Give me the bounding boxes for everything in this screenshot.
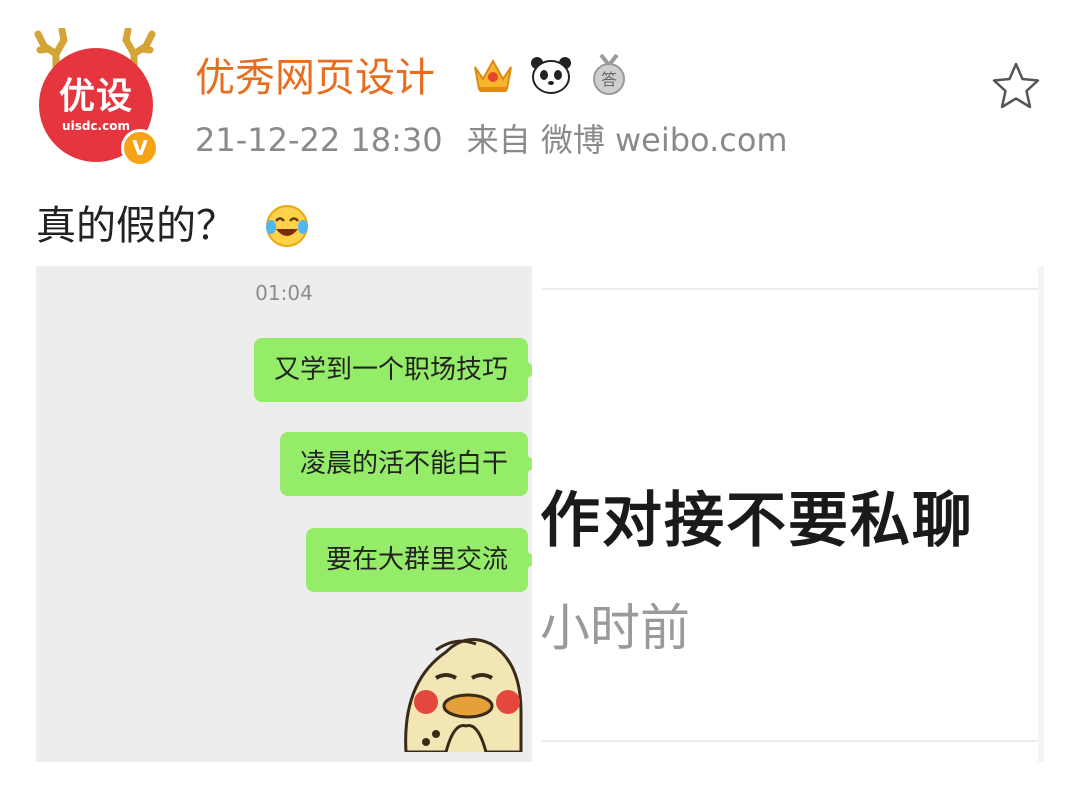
author-avatar[interactable]: 优设 uisdc.com V xyxy=(34,28,164,168)
chat-bubble: 又学到一个职场技巧 xyxy=(253,338,532,402)
favorite-star-icon[interactable] xyxy=(990,60,1042,112)
author-badges: 答 xyxy=(470,52,632,98)
notice-headline: 作对接不要私聊 xyxy=(540,486,974,556)
chat-time: 01:04 xyxy=(255,281,313,305)
post-image-notice[interactable]: 作对接不要私聊 小时前 xyxy=(532,266,1044,762)
post-date: 21-12-22 18:30 xyxy=(195,121,443,159)
post-meta: 21-12-22 18:30 来自 微博 weibo.com xyxy=(195,118,788,162)
crown-badge-icon[interactable] xyxy=(470,52,516,98)
avatar-logo-text: 优设 xyxy=(58,76,133,117)
divider xyxy=(542,740,1044,742)
avatar-domain-text: uisdc.com xyxy=(62,119,130,133)
author-name[interactable]: 优秀网页设计 xyxy=(195,52,435,104)
post-source[interactable]: 来自 微博 weibo.com xyxy=(467,118,788,162)
verified-badge-icon: V xyxy=(121,129,159,167)
post-image-chat[interactable]: 01:04 又学到一个职场技巧 凌晨的活不能白干 要在大群里交流 xyxy=(36,266,532,762)
medal-text: 答 xyxy=(601,70,617,89)
image-edge xyxy=(1038,266,1044,762)
divider xyxy=(542,288,1044,290)
verified-mark: V xyxy=(132,136,148,160)
post-text-content: 真的假的？ xyxy=(36,203,236,249)
chat-bubble: 要在大群里交流 xyxy=(305,528,532,592)
answer-medal-icon[interactable]: 答 xyxy=(586,52,632,98)
notice-subtext: 小时前 xyxy=(540,599,690,657)
chat-bubble: 凌晨的活不能白干 xyxy=(279,432,532,496)
panda-badge-icon[interactable] xyxy=(528,52,574,98)
laugh-cry-emoji-icon xyxy=(266,205,308,247)
post-text: 真的假的？ xyxy=(36,198,310,254)
duck-sticker-icon xyxy=(404,638,523,752)
